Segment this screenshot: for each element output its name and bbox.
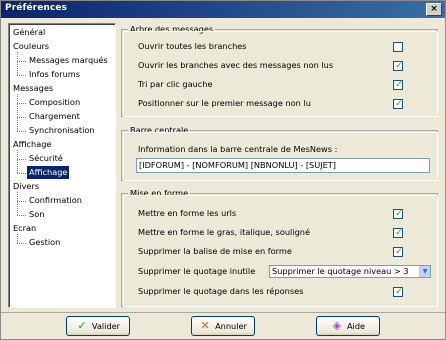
tree-item[interactable]: Sécurité xyxy=(27,152,65,165)
option-urls-checkbox[interactable]: ✓ xyxy=(393,209,403,219)
quotage-reponses-checkbox[interactable]: ✓ xyxy=(393,287,403,297)
aide-label: Aide xyxy=(346,321,366,331)
option-premier-non-lu-checkbox[interactable]: ✓ xyxy=(393,99,403,109)
tree-item[interactable]: Chargement xyxy=(27,110,82,123)
option-ouvrir-non-lus-label: Ouvrir les branches avec des messages no… xyxy=(138,60,334,70)
aide-button[interactable]: ◈ Aide xyxy=(316,316,380,336)
eraser-icon: ◈ xyxy=(332,319,342,332)
check-icon: ✓ xyxy=(395,287,403,297)
window-title: Préférences xyxy=(5,3,68,13)
tree-connector xyxy=(17,150,18,173)
check-icon: ✓ xyxy=(395,80,403,90)
option-tri-clic-label: Tri par clic gauche xyxy=(138,79,213,89)
option-ouvrir-toutes-checkbox[interactable] xyxy=(393,42,403,52)
tree-connector xyxy=(17,52,18,75)
tree-item[interactable]: Infos forums xyxy=(27,68,82,81)
option-ouvrir-toutes-label: Ouvrir toutes les branches xyxy=(138,41,247,51)
quotage-reponses-label: Supprimer le quotage dans les réponses xyxy=(138,286,304,296)
tree-item[interactable]: Confirmation xyxy=(27,194,84,207)
option-urls-label: Mettre en forme les urls xyxy=(138,208,237,218)
option-gras-label: Mettre en forme le gras, italique, souli… xyxy=(138,227,310,237)
preferences-tree[interactable]: Général Couleurs Messages marqués Infos for… xyxy=(8,23,116,308)
tree-connector xyxy=(17,61,26,62)
tree-connector xyxy=(17,94,18,131)
tree-connector xyxy=(17,173,26,174)
annuler-button[interactable]: ✕ Annuler xyxy=(191,316,255,336)
tree-connector xyxy=(17,117,26,118)
title-bar[interactable]: Préférences × xyxy=(1,1,445,18)
tree-connector xyxy=(17,234,18,243)
annuler-label: Annuler xyxy=(215,321,247,331)
checkmark-icon: ✓ xyxy=(77,319,87,332)
tree-connector xyxy=(17,103,26,104)
option-balise-checkbox[interactable]: ✓ xyxy=(393,247,403,257)
quotage-select-value: Supprimer le quotage niveau > 3 xyxy=(272,266,409,276)
check-icon: ✓ xyxy=(395,228,403,238)
check-icon: ✓ xyxy=(395,99,403,109)
tree-connector xyxy=(17,201,26,202)
tree-category[interactable]: Divers xyxy=(11,180,41,193)
tree-item[interactable]: Gestion xyxy=(27,236,62,249)
tree-connector xyxy=(17,75,26,76)
bottom-separator xyxy=(1,312,445,313)
quotage-select[interactable]: Supprimer le quotage niveau > 3 ▼ xyxy=(269,265,431,278)
group-title-mise: Mise en forme xyxy=(128,188,191,199)
tree-category[interactable]: Général xyxy=(11,26,47,39)
check-icon: ✓ xyxy=(395,209,403,219)
tree-connector xyxy=(17,215,26,216)
barre-info-input[interactable]: [IDFORUM] - [NOMFORUM] [NBNONLU] - [SUJE… xyxy=(136,158,430,173)
tree-item[interactable]: Messages marqués xyxy=(27,54,110,67)
check-icon: ✓ xyxy=(395,61,403,71)
tree-item[interactable]: Son xyxy=(27,208,46,221)
option-gras-checkbox[interactable]: ✓ xyxy=(393,228,403,238)
tree-connector xyxy=(17,192,18,215)
tree-category[interactable]: Ecran xyxy=(11,222,38,235)
tree-connector xyxy=(17,159,26,160)
valider-button[interactable]: ✓ Valider xyxy=(66,316,130,336)
group-barre-centrale: Barre centrale xyxy=(121,125,438,181)
close-button[interactable]: × xyxy=(426,3,442,16)
quotage-inutile-label: Supprimer le quotage inutile xyxy=(138,266,256,276)
option-tri-clic-checkbox[interactable]: ✓ xyxy=(393,80,403,90)
group-title-arbre: Arbre des messages xyxy=(128,24,216,35)
check-icon: ✓ xyxy=(395,247,403,257)
group-title-barre: Barre centrale xyxy=(128,125,191,136)
tree-item[interactable]: Composition xyxy=(27,96,82,109)
tree-item[interactable]: Affichage xyxy=(27,166,70,179)
option-ouvrir-non-lus-checkbox[interactable]: ✓ xyxy=(393,61,403,71)
cross-icon: ✕ xyxy=(200,319,210,332)
barre-info-label: Information dans la barre centrale de Me… xyxy=(138,144,338,154)
option-balise-label: Supprimer la balise de mise en forme xyxy=(138,246,292,256)
valider-label: Valider xyxy=(91,321,121,331)
preferences-window: Préférences × Général Couleurs Messages ma… xyxy=(0,0,446,340)
tree-connector xyxy=(17,243,26,244)
option-premier-non-lu-label: Positionner sur le premier message non l… xyxy=(138,98,311,108)
tree-item[interactable]: Synchronisation xyxy=(27,124,97,137)
tree-connector xyxy=(17,131,26,132)
chevron-down-icon[interactable]: ▼ xyxy=(419,266,430,277)
